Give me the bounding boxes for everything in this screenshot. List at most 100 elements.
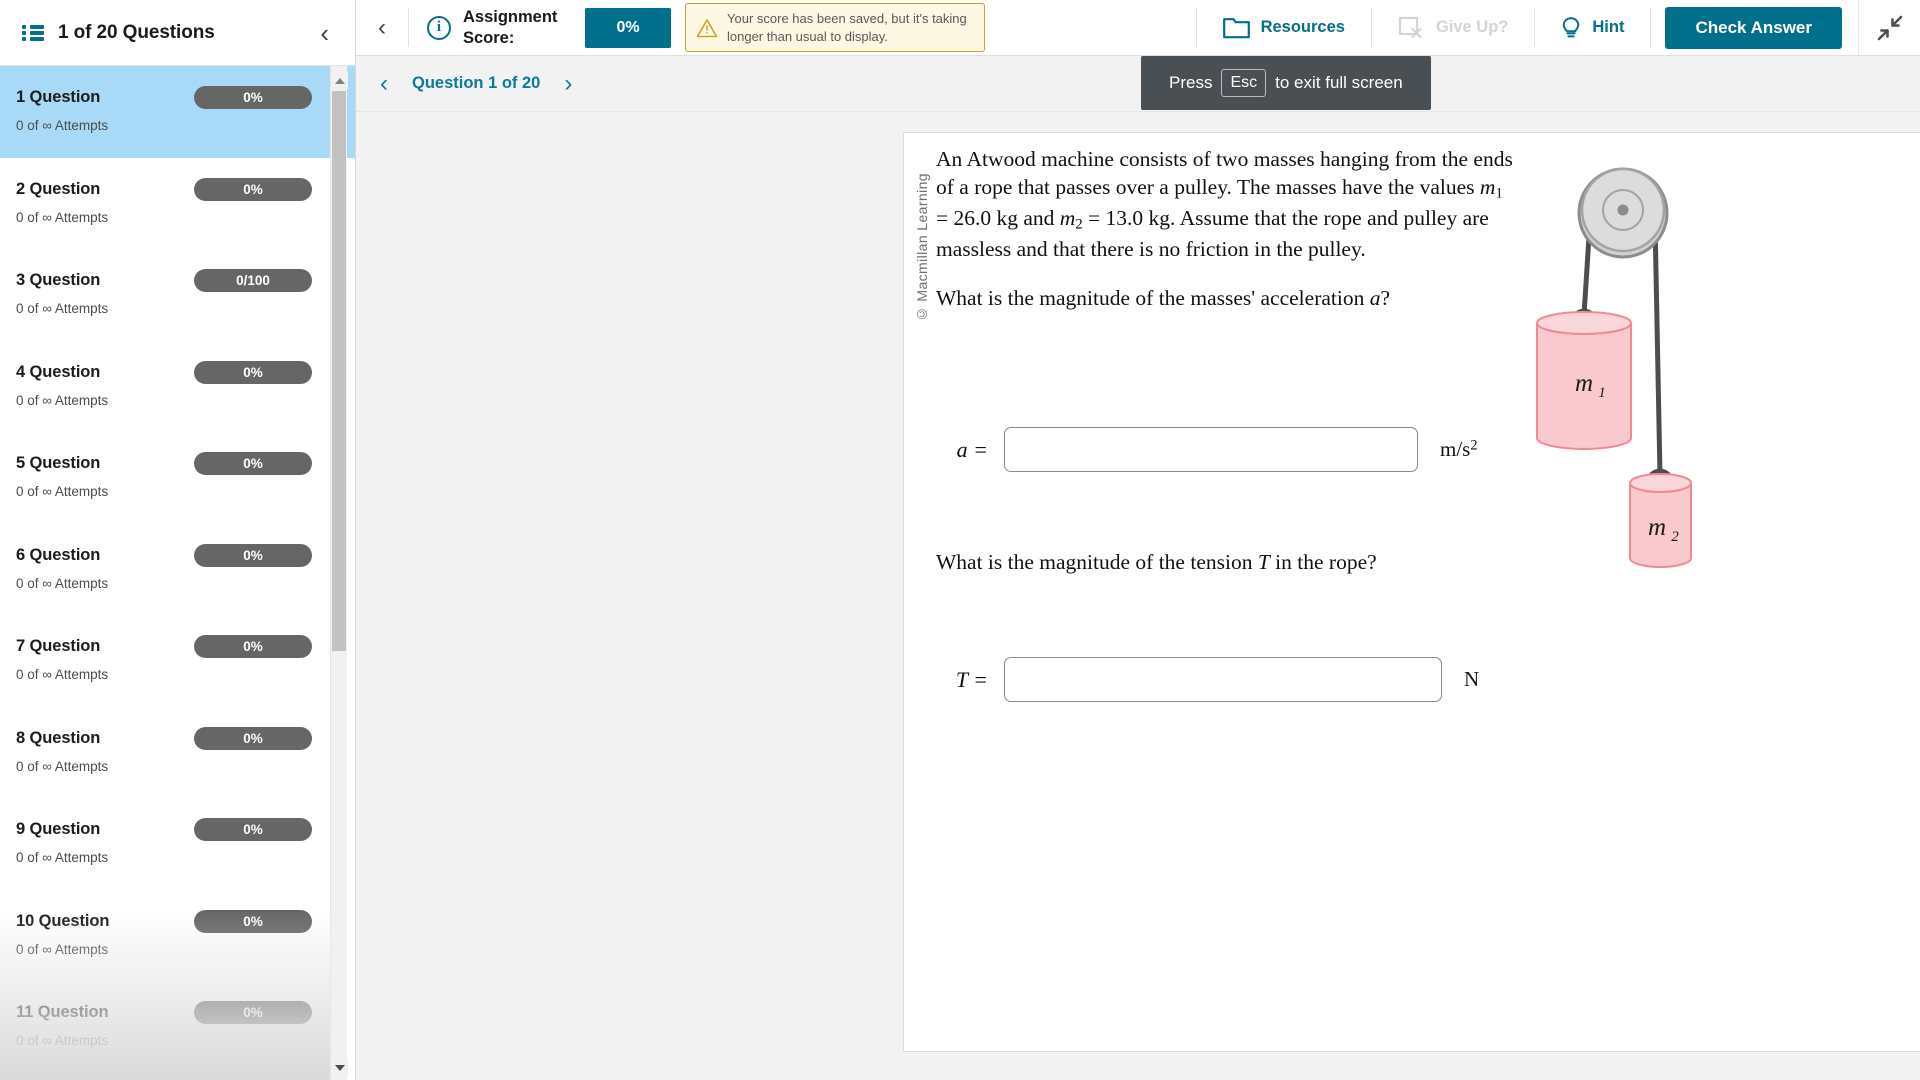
- svg-text:1: 1: [1598, 385, 1606, 401]
- info-circle-icon[interactable]: i: [427, 15, 451, 40]
- question-item-name: 7 Question: [16, 637, 101, 655]
- exit-fullscreen-button[interactable]: [1858, 0, 1920, 55]
- assignment-score-value: 0%: [585, 7, 671, 48]
- question-score-badge: 0%: [194, 543, 312, 567]
- lightbulb-icon: [1561, 16, 1581, 40]
- check-answer-button[interactable]: Check Answer: [1665, 6, 1842, 49]
- assignment-score-group: i Assignment Score: 0%: [409, 0, 671, 55]
- hint-label: Hint: [1592, 18, 1625, 36]
- tension-answer-row: T = N: [936, 657, 1479, 702]
- sidebar-header: 1 of 20 Questions ‹: [0, 0, 355, 66]
- toolbar-divider: [1650, 8, 1652, 47]
- question-item-name: 4 Question: [16, 362, 101, 381]
- question-list: 1 Question 0% 0 of ∞ Attempts 2 Question 0% 0…: [0, 66, 355, 1073]
- question-item-name: 9 Question: [16, 820, 101, 838]
- tooltip-prefix: Press: [1169, 72, 1213, 92]
- acceleration-label: a =: [956, 436, 988, 462]
- tension-label: T =: [955, 666, 988, 692]
- tension-input[interactable]: [1004, 657, 1442, 702]
- question-score-badge: 0%: [194, 177, 312, 201]
- question-list-item[interactable]: 2 Question 0% 0 of ∞ Attempts: [0, 158, 355, 250]
- give-up-button: Give Up?: [1372, 0, 1534, 55]
- question-attempts-label: 0 of ∞ Attempts: [16, 850, 109, 865]
- question-content-area: © Macmillan Learning An Atwood machine c…: [356, 112, 1920, 1080]
- copyright-label: © Macmillan Learning: [914, 173, 930, 323]
- question-list-item[interactable]: 7 Question 0% 0 of ∞ Attempts: [0, 615, 355, 707]
- back-chevron-left-icon[interactable]: ‹: [356, 0, 408, 55]
- question-attempts-label: 0 of ∞ Attempts: [16, 667, 109, 682]
- warning-triangle-icon: [696, 18, 718, 38]
- question-item-name: 6 Question: [16, 545, 101, 564]
- question-list-item[interactable]: 1 Question 0% 0 of ∞ Attempts: [0, 66, 355, 158]
- previous-question-chevron-left-icon[interactable]: ‹: [376, 70, 392, 98]
- question-list-item[interactable]: 10 Question 0% 0 of ∞ Attempts: [0, 890, 355, 982]
- question-card: © Macmillan Learning An Atwood machine c…: [903, 132, 1920, 1052]
- tension-unit: N: [1464, 667, 1480, 691]
- score-warning-banner: Your score has been saved, but it's taki…: [685, 3, 985, 52]
- question-attempts-label: 0 of ∞ Attempts: [16, 575, 109, 591]
- resources-label: Resources: [1260, 18, 1345, 36]
- svg-text:m: m: [1575, 370, 1593, 397]
- question-item-header: 10 Question 0%: [16, 909, 326, 933]
- question-score-badge: 0%: [194, 86, 312, 109]
- question-item-name: 11 Question: [16, 1003, 109, 1021]
- toolbar-actions: Resources Give Up? Hint Check Answer: [1195, 0, 1920, 55]
- prompt-tension: What is the magnitude of the tension T i…: [936, 550, 1377, 574]
- question-item-header: 6 Question 0%: [16, 543, 326, 567]
- svg-text:m: m: [1648, 514, 1666, 541]
- scroll-up-arrow-icon[interactable]: [331, 72, 348, 89]
- question-score-badge: 0%: [194, 635, 312, 658]
- question-item-header: 4 Question 0%: [16, 360, 326, 384]
- question-score-badge: 0%: [194, 1001, 312, 1024]
- question-item-header: 9 Question 0%: [16, 818, 326, 841]
- question-item-name: 3 Question: [16, 271, 101, 289]
- scroll-down-arrow-icon[interactable]: [331, 1059, 348, 1076]
- question-score-badge: 0%: [194, 452, 312, 475]
- question-score-badge: 0/100: [194, 269, 312, 292]
- question-list-item[interactable]: 11 Question 0% 0 of ∞ Attempts: [0, 981, 355, 1073]
- question-list-item[interactable]: 6 Question 0% 0 of ∞ Attempts: [0, 524, 355, 616]
- assignment-score-label: Assignment Score:: [463, 7, 558, 47]
- question-score-badge: 0%: [194, 818, 312, 841]
- question-score-badge: 0%: [194, 360, 312, 384]
- question-list-item[interactable]: 9 Question 0% 0 of ∞ Attempts: [0, 798, 355, 890]
- resources-button[interactable]: Resources: [1197, 0, 1371, 55]
- list-icon: [22, 24, 44, 42]
- acceleration-input[interactable]: [1004, 427, 1418, 472]
- question-attempts-label: 0 of ∞ Attempts: [16, 758, 109, 774]
- question-item-header: 3 Question 0/100: [16, 269, 326, 292]
- prompt-tension-wrap: What is the magnitude of the tension T i…: [936, 548, 1516, 596]
- question-list-sidebar: 1 of 20 Questions ‹ 1 Question 0% 0 of ∞ A…: [0, 0, 356, 1080]
- acceleration-unit: m/s2: [1440, 437, 1478, 461]
- tooltip-esc-key: Esc: [1221, 69, 1267, 97]
- question-item-header: 5 Question 0%: [16, 452, 326, 475]
- question-statement: An Atwood machine consists of two masses…: [936, 147, 1513, 262]
- sidebar-scrollbar[interactable]: [330, 66, 348, 1080]
- give-up-box-x-icon: [1398, 16, 1425, 39]
- exit-fullscreen-icon: [1875, 13, 1905, 43]
- main-panel: ‹ i Assignment Score: 0% Your score has …: [356, 0, 1920, 1080]
- folder-icon: [1222, 17, 1250, 39]
- hint-button[interactable]: Hint: [1535, 0, 1650, 55]
- question-attempts-label: 0 of ∞ Attempts: [16, 1033, 109, 1048]
- question-list-item[interactable]: 8 Question 0% 0 of ∞ Attempts: [0, 707, 355, 799]
- top-toolbar: ‹ i Assignment Score: 0% Your score has …: [356, 0, 1920, 56]
- next-question-chevron-right-icon[interactable]: ›: [560, 70, 576, 98]
- question-item-name: 2 Question: [16, 179, 101, 198]
- question-score-badge: 0%: [194, 909, 312, 933]
- acceleration-answer-row: a = m/s2: [936, 427, 1477, 472]
- scrollbar-thumb[interactable]: [332, 91, 346, 651]
- give-up-label: Give Up?: [1435, 18, 1509, 36]
- question-list-item[interactable]: 4 Question 0% 0 of ∞ Attempts: [0, 341, 355, 433]
- svg-text:2: 2: [1671, 529, 1679, 545]
- warning-text: Your score has been saved, but it's taki…: [727, 11, 967, 44]
- question-attempts-label: 0 of ∞ Attempts: [16, 392, 109, 408]
- question-position-label: Question 1 of 20: [412, 74, 541, 92]
- collapse-sidebar-chevron-left-icon[interactable]: ‹: [312, 16, 337, 50]
- question-attempts-label: 0 of ∞ Attempts: [16, 301, 109, 316]
- question-list-item[interactable]: 5 Question 0% 0 of ∞ Attempts: [0, 432, 355, 524]
- atwood-machine-diagram: m 1 m 2: [1524, 163, 1854, 593]
- question-list-item[interactable]: 3 Question 0/100 0 of ∞ Attempts: [0, 249, 355, 341]
- question-item-header: 7 Question 0%: [16, 635, 326, 658]
- question-list-scroll-region: 1 Question 0% 0 of ∞ Attempts 2 Question 0% 0…: [0, 66, 355, 1080]
